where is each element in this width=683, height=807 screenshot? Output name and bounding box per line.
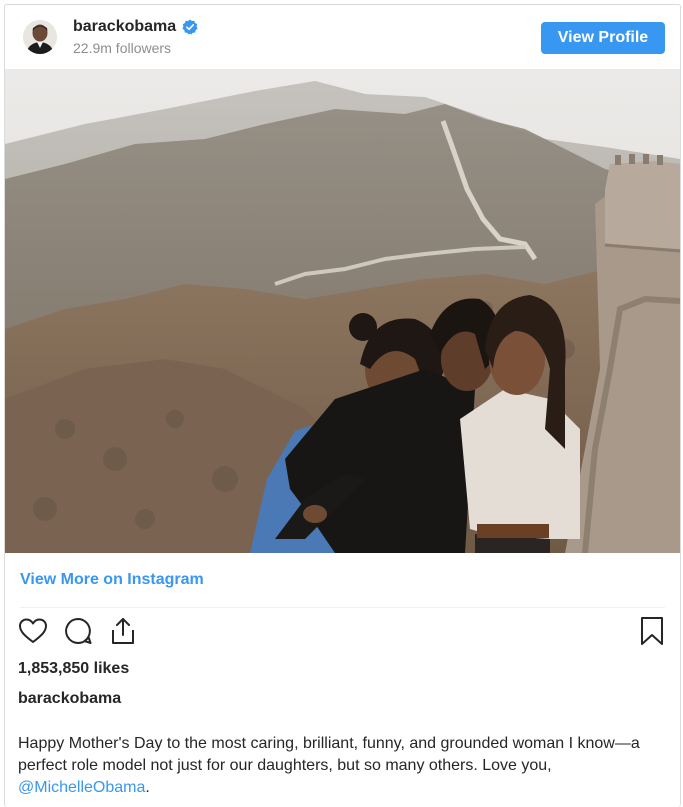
divider bbox=[20, 607, 665, 608]
comment-button[interactable] bbox=[63, 617, 93, 649]
avatar-image bbox=[23, 20, 57, 54]
username[interactable]: barackobama bbox=[73, 18, 176, 36]
comment-bubble-icon bbox=[63, 616, 93, 651]
share-upload-icon bbox=[109, 616, 137, 651]
avatar[interactable] bbox=[23, 20, 57, 54]
verified-badge-icon bbox=[182, 19, 198, 35]
username-row: barackobama bbox=[73, 18, 198, 36]
post-photo[interactable] bbox=[5, 69, 680, 553]
likes-count: 1,853,850 likes bbox=[18, 660, 130, 677]
post-image bbox=[5, 69, 680, 553]
save-button[interactable] bbox=[637, 616, 667, 651]
instagram-embed: barackobama 22.9m followers View Profile bbox=[4, 4, 681, 807]
caption-text: Happy Mother's Day to the most caring, b… bbox=[18, 735, 640, 774]
like-button[interactable] bbox=[18, 617, 48, 649]
heart-outline-icon bbox=[18, 617, 48, 650]
action-bar bbox=[5, 615, 680, 655]
caption: Happy Mother's Day to the most caring, b… bbox=[18, 733, 640, 799]
caption-end: . bbox=[145, 779, 150, 796]
share-button[interactable] bbox=[108, 617, 138, 649]
bookmark-icon bbox=[639, 616, 665, 651]
caption-author[interactable]: barackobama bbox=[18, 690, 121, 708]
view-more-link[interactable]: View More on Instagram bbox=[20, 571, 204, 589]
followers-count: 22.9m followers bbox=[73, 40, 172, 56]
caption-mention-link[interactable]: @MichelleObama bbox=[18, 779, 145, 796]
post-header: barackobama 22.9m followers View Profile bbox=[5, 5, 680, 69]
view-profile-button[interactable]: View Profile bbox=[541, 22, 665, 54]
